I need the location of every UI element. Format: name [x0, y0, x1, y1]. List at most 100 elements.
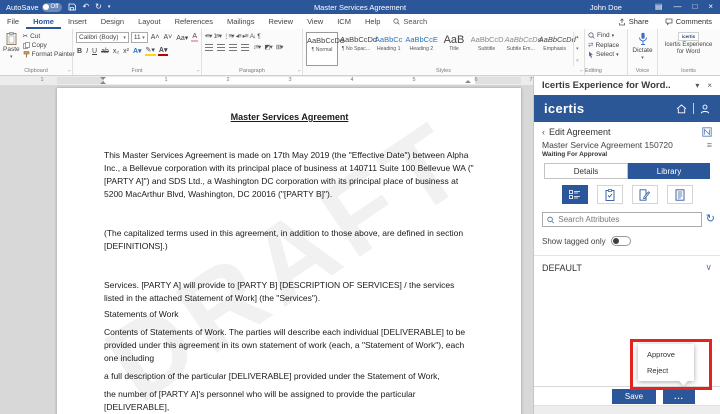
tell-me-search[interactable]: Search	[393, 17, 427, 26]
tab-mailings[interactable]: Mailings	[220, 14, 262, 29]
reject-menu-item[interactable]: Reject	[638, 362, 694, 378]
refresh-icon[interactable]: ↻	[706, 214, 715, 225]
font-family-select[interactable]: Calibri (Body)▾	[76, 32, 129, 43]
change-case-button[interactable]: Aa▾	[175, 34, 189, 42]
customize-quick-access-icon[interactable]: ▾	[108, 5, 111, 10]
tab-home[interactable]: Home	[26, 14, 61, 29]
numbering-button[interactable]: 1≡▾	[213, 32, 221, 40]
tab-details[interactable]: Details	[544, 163, 628, 179]
save-icon[interactable]	[68, 3, 76, 11]
share-button[interactable]: Share	[618, 17, 649, 26]
maximize-icon[interactable]: □	[692, 3, 697, 11]
sort-button[interactable]: A↓	[250, 33, 256, 40]
tab-view[interactable]: View	[300, 14, 330, 29]
strikethrough-button[interactable]: ab	[100, 48, 110, 55]
copy-button[interactable]: Copy	[23, 42, 75, 49]
back-chevron-icon[interactable]: ‹	[542, 127, 545, 137]
justify-button[interactable]	[241, 44, 249, 51]
style-subtitle[interactable]: AaBbCcDSubtitle	[471, 32, 503, 66]
find-button[interactable]: Find▾	[588, 32, 624, 39]
redo-icon[interactable]: ↻	[95, 3, 102, 11]
format-painter-button[interactable]: Format Painter	[23, 51, 75, 58]
align-right-button[interactable]	[229, 44, 237, 51]
first-line-indent-marker[interactable]	[100, 77, 106, 80]
autosave-pill[interactable]: Off	[42, 3, 63, 12]
cut-button[interactable]: ✂Cut	[23, 32, 75, 40]
clauses-view-button[interactable]	[667, 185, 693, 204]
tab-references[interactable]: References	[168, 14, 220, 29]
multilevel-list-button[interactable]: ⋮≡▾	[223, 32, 234, 40]
horizontal-ruler[interactable]: 1 1 2 3 4 5 6 7	[0, 76, 533, 85]
home-icon[interactable]	[676, 104, 687, 114]
edit-agreement-label[interactable]: Edit Agreement	[549, 127, 611, 137]
document-paragraph[interactable]: Contents of Statements of Work. The part…	[104, 326, 475, 365]
replace-button[interactable]: ⇄Replace	[588, 41, 624, 49]
borders-button[interactable]: ⊞▾	[276, 43, 283, 51]
align-left-button[interactable]	[205, 44, 213, 51]
show-tagged-only-toggle[interactable]	[611, 236, 631, 246]
undo-icon[interactable]: ↶	[82, 3, 89, 11]
approve-menu-item[interactable]: Approve	[638, 346, 694, 362]
document-paragraph[interactable]: (The capitalized terms used in this agre…	[104, 227, 475, 253]
agreement-menu-icon[interactable]: ≡	[707, 140, 712, 150]
select-button[interactable]: Select▾	[588, 51, 624, 58]
style-emphasis[interactable]: AaBbCcDdEmphasis	[539, 32, 571, 66]
ribbon-display-options-icon[interactable]: ▤	[655, 3, 663, 11]
styles-more-icon[interactable]: ▿	[576, 58, 579, 64]
style-heading-1[interactable]: AaBbCcHeading 1	[374, 32, 403, 66]
font-color-button[interactable]: A▾	[158, 46, 169, 56]
document-paragraph[interactable]: Statements of Work	[104, 308, 475, 321]
icertis-experience-button[interactable]: Icertis Experience for Word	[661, 42, 716, 56]
right-indent-marker[interactable]	[465, 80, 471, 83]
tab-icm[interactable]: ICM	[330, 14, 358, 29]
decrease-indent-button[interactable]: ◂≡	[236, 32, 241, 40]
tab-library[interactable]: Library	[628, 163, 710, 179]
superscript-button[interactable]: x²	[122, 48, 130, 55]
user-name[interactable]: John Doe	[590, 3, 622, 12]
document-paragraph[interactable]: a full description of the particular [DE…	[104, 370, 475, 383]
tab-help[interactable]: Help	[358, 14, 387, 29]
font-dialog-launcher-icon[interactable]: ⌐	[197, 68, 200, 74]
font-size-select[interactable]: 11▾	[131, 32, 148, 43]
align-center-button[interactable]	[217, 44, 225, 51]
style-title[interactable]: AaBTitle	[439, 32, 468, 66]
default-section-header[interactable]: DEFAULT ∨	[534, 255, 720, 279]
comments-button[interactable]: Comments	[665, 17, 712, 26]
styles-scroll-up-icon[interactable]: ▴	[576, 34, 579, 40]
style-subtle-emphasis[interactable]: AaBbCcDdSubtle Em...	[505, 32, 537, 66]
clipboard-dialog-launcher-icon[interactable]: ⌐	[68, 68, 71, 74]
tab-review[interactable]: Review	[261, 14, 300, 29]
show-paragraph-marks-button[interactable]: ¶	[257, 33, 260, 40]
document-body[interactable]: Master Services Agreement This Master Se…	[57, 88, 521, 414]
document-paragraph[interactable]: the number of [PARTY A]'s personnel who …	[104, 388, 475, 414]
line-spacing-button[interactable]: ↕≡▾	[253, 43, 260, 51]
save-button[interactable]: Save	[612, 389, 656, 404]
user-icon[interactable]	[700, 104, 710, 114]
tab-design[interactable]: Design	[94, 14, 131, 29]
style-heading-2[interactable]: AaBbCcEHeading 2	[405, 32, 437, 66]
tab-insert[interactable]: Insert	[61, 14, 94, 29]
bullets-button[interactable]: •≡▾	[205, 32, 211, 40]
more-actions-button[interactable]: ...	[663, 389, 695, 404]
search-attributes-input[interactable]	[558, 215, 696, 224]
styles-gallery-scrollbar[interactable]: ▴ ▾ ▿	[573, 32, 581, 66]
attributes-view-button[interactable]	[562, 185, 588, 204]
clear-formatting-button[interactable]: A	[191, 33, 198, 42]
compare-document-icon[interactable]	[702, 127, 712, 137]
subscript-button[interactable]: x₂	[112, 48, 120, 55]
bold-button[interactable]: B	[76, 48, 83, 55]
styles-scroll-down-icon[interactable]: ▾	[576, 46, 579, 52]
document-paragraph[interactable]: Services. [PARTY A] will provide to [PAR…	[104, 279, 475, 305]
minimize-icon[interactable]: —	[673, 3, 681, 11]
search-attributes-box[interactable]	[542, 212, 702, 227]
tab-layout[interactable]: Layout	[131, 14, 168, 29]
grow-font-button[interactable]: A˄	[150, 34, 161, 41]
styles-dialog-launcher-icon[interactable]: ⌐	[580, 68, 583, 74]
increase-indent-button[interactable]: ▸≡	[243, 32, 248, 40]
tab-file[interactable]: File	[0, 14, 26, 29]
clipboard-view-button[interactable]	[597, 185, 623, 204]
document-title[interactable]: Master Services Agreement	[104, 112, 475, 122]
paragraph-dialog-launcher-icon[interactable]: ⌐	[298, 68, 301, 74]
panel-options-caret-icon[interactable]: ▾	[695, 81, 699, 90]
close-icon[interactable]: ×	[708, 3, 713, 11]
